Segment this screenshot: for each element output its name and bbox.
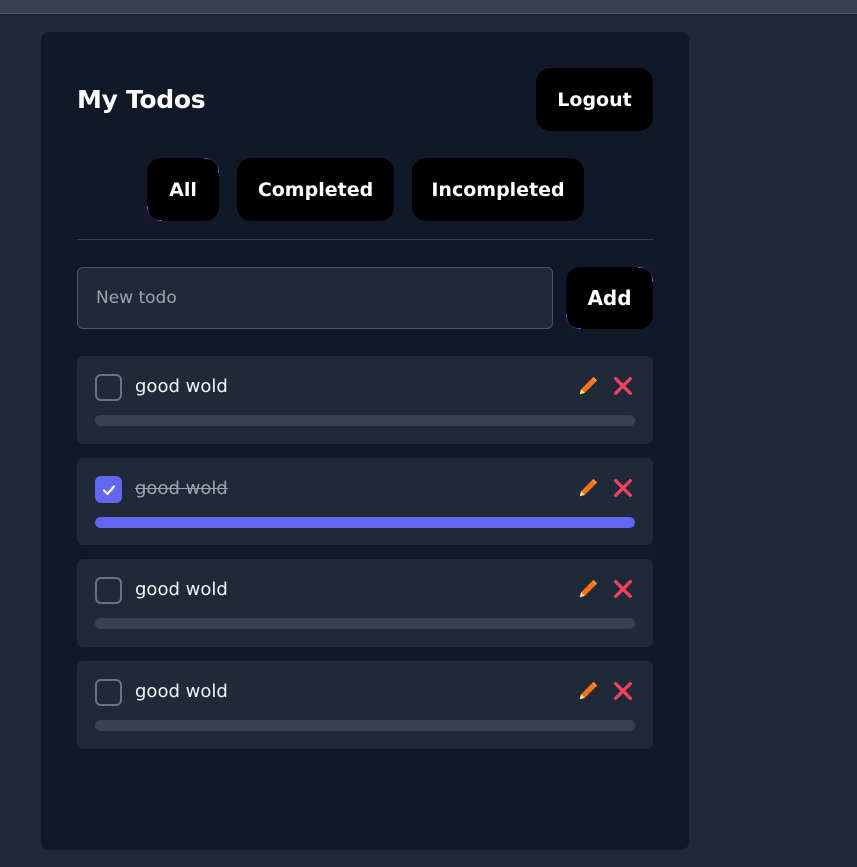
filter-all-button[interactable]: All bbox=[147, 158, 219, 221]
todo-checkbox[interactable] bbox=[95, 679, 122, 706]
filter-tabs: All Completed Incompleted bbox=[147, 158, 584, 221]
logout-button[interactable]: Logout bbox=[536, 68, 653, 131]
filter-incompleted-button[interactable]: Incompleted bbox=[412, 158, 584, 221]
progress-bar bbox=[95, 517, 635, 528]
add-todo-button[interactable]: Add bbox=[566, 267, 653, 329]
todo-text: good wold bbox=[135, 478, 228, 499]
close-icon[interactable] bbox=[612, 375, 634, 397]
todo-item: good wold bbox=[77, 559, 653, 647]
check-icon bbox=[102, 484, 115, 495]
todo-text: good wold bbox=[135, 376, 228, 397]
close-icon[interactable] bbox=[612, 477, 634, 499]
todo-checkbox[interactable] bbox=[95, 374, 122, 401]
pencil-icon[interactable] bbox=[577, 477, 599, 499]
todo-card: My Todos Logout All Completed Incomplete… bbox=[41, 32, 689, 850]
header: My Todos Logout bbox=[77, 68, 653, 131]
progress-bar bbox=[95, 618, 635, 629]
todo-item: good wold bbox=[77, 458, 653, 545]
todo-item: good wold bbox=[77, 356, 653, 444]
pencil-icon[interactable] bbox=[577, 578, 599, 600]
progress-fill bbox=[95, 517, 635, 528]
divider bbox=[77, 239, 653, 240]
todo-text: good wold bbox=[135, 579, 228, 600]
new-todo-input[interactable] bbox=[77, 267, 553, 329]
todo-text: good wold bbox=[135, 681, 228, 702]
todo-checkbox[interactable] bbox=[95, 476, 122, 503]
pencil-icon[interactable] bbox=[577, 680, 599, 702]
pencil-icon[interactable] bbox=[577, 375, 599, 397]
close-icon[interactable] bbox=[612, 680, 634, 702]
progress-bar bbox=[95, 415, 635, 426]
todo-checkbox[interactable] bbox=[95, 577, 122, 604]
browser-top-bar bbox=[0, 0, 857, 14]
filter-completed-button[interactable]: Completed bbox=[237, 158, 394, 221]
todo-list: good wold good wold good wold good wold bbox=[77, 356, 653, 763]
progress-bar bbox=[95, 720, 635, 731]
todo-item: good wold bbox=[77, 661, 653, 749]
close-icon[interactable] bbox=[612, 578, 634, 600]
page-title: My Todos bbox=[77, 85, 206, 114]
